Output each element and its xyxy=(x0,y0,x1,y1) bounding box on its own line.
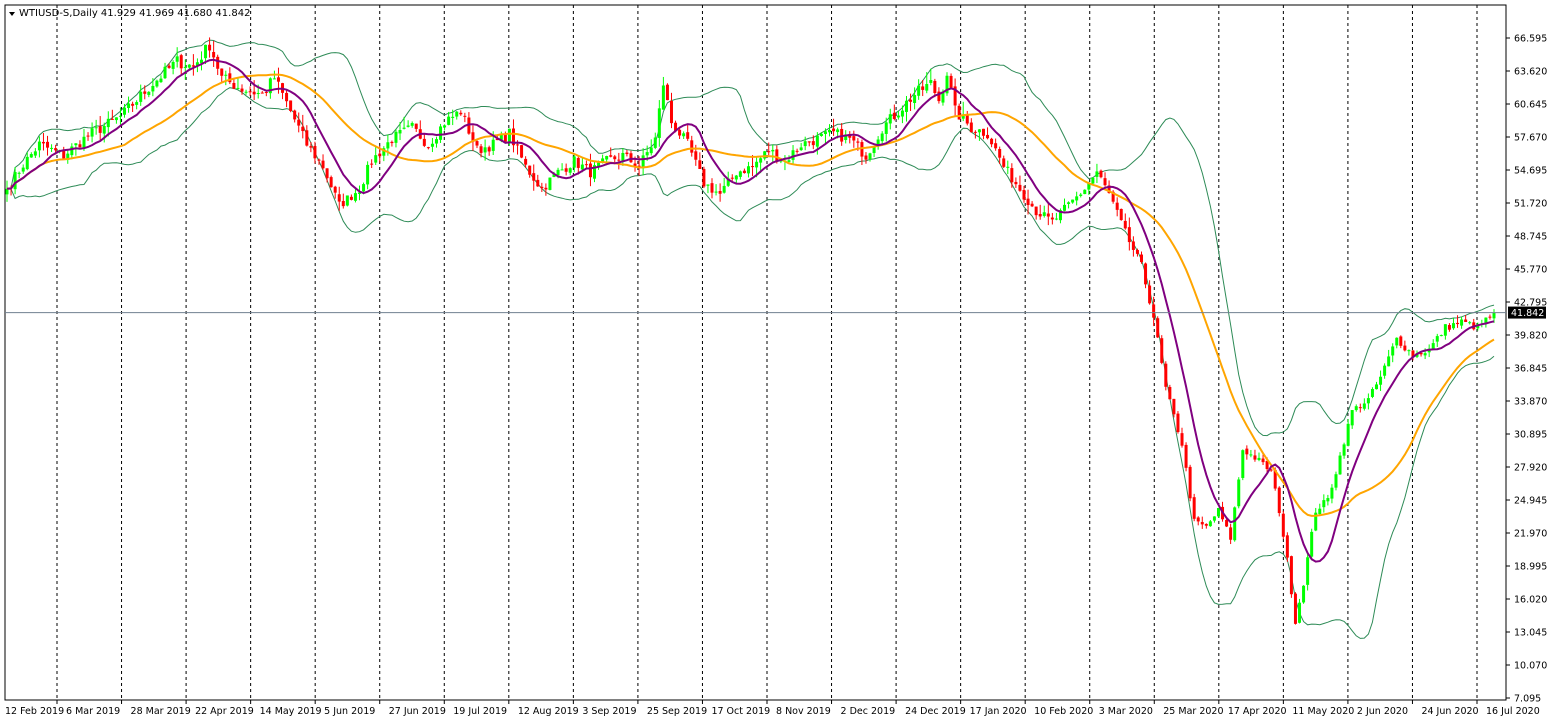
candle xyxy=(1334,471,1338,491)
x-tick-label: 16 Jul 2020 xyxy=(1486,706,1540,717)
price-axis: 66.595 63.620 60.645 57.670 54.695 51.720 48.7… xyxy=(1506,34,1547,705)
price-chart[interactable]: 41.842 66.595 63.620 60.645 57.670 54.695 51.… xyxy=(0,0,1550,724)
x-tick-label: 27 Jun 2019 xyxy=(389,706,446,717)
x-tick-label: 28 Mar 2019 xyxy=(131,706,191,717)
x-tick-label: 3 Sep 2019 xyxy=(582,706,636,717)
candle xyxy=(1302,585,1306,604)
candle xyxy=(548,177,552,191)
candle xyxy=(345,195,349,207)
y-tick-label: 21.970 xyxy=(1514,529,1547,540)
x-tick-label: 17 Jan 2020 xyxy=(970,706,1027,717)
candle xyxy=(1285,532,1289,562)
x-tick-label: 12 Aug 2019 xyxy=(518,706,579,717)
y-tick-label: 39.820 xyxy=(1514,331,1547,342)
candle xyxy=(1144,262,1148,289)
y-tick-label: 54.695 xyxy=(1514,166,1547,177)
candle xyxy=(1192,493,1196,522)
x-tick-label: 14 May 2019 xyxy=(260,706,322,717)
y-tick-label: 36.845 xyxy=(1514,364,1547,375)
y-tick-label: 18.995 xyxy=(1514,562,1547,573)
candle xyxy=(520,144,524,159)
candle xyxy=(665,83,669,101)
candle xyxy=(1168,384,1172,400)
candle xyxy=(702,166,706,189)
time-axis: 12 Feb 2019 6 Mar 2019 28 Mar 2019 22 Apr 2… xyxy=(5,700,1540,717)
candle xyxy=(1091,177,1095,185)
y-tick-label: 27.920 xyxy=(1514,463,1547,474)
candle xyxy=(1099,169,1103,179)
x-tick-label: 6 Mar 2019 xyxy=(66,706,120,717)
y-tick-label: 66.595 xyxy=(1514,34,1547,45)
x-tick-label: 17 Apr 2020 xyxy=(1228,706,1287,717)
candle xyxy=(1164,361,1168,391)
y-tick-label: 33.870 xyxy=(1514,397,1547,408)
x-tick-label: 10 Feb 2020 xyxy=(1034,706,1093,717)
chart-canvas[interactable]: 41.842 66.595 63.620 60.645 57.670 54.695 51.… xyxy=(0,0,1550,724)
y-tick-label: 51.720 xyxy=(1514,199,1547,210)
candle xyxy=(1188,464,1192,502)
y-tick-label: 63.620 xyxy=(1514,67,1547,78)
y-tick-label: 57.670 xyxy=(1514,133,1547,144)
x-tick-label: 25 Sep 2019 xyxy=(647,706,707,717)
x-tick-label: 11 May 2020 xyxy=(1292,706,1354,717)
candle xyxy=(1277,486,1281,517)
candle xyxy=(1289,555,1293,598)
plot-frame xyxy=(4,4,1507,701)
y-tick-label: 48.745 xyxy=(1514,232,1547,243)
x-tick-label: 17 Oct 2019 xyxy=(711,706,770,717)
candle xyxy=(1160,335,1164,365)
candle xyxy=(1083,189,1087,195)
x-tick-label: 2 Jun 2020 xyxy=(1357,706,1408,717)
candle xyxy=(1241,449,1245,481)
x-tick-label: 19 Jul 2019 xyxy=(453,706,507,717)
x-tick-label: 24 Jun 2020 xyxy=(1421,706,1478,717)
x-tick-label: 3 Mar 2020 xyxy=(1099,706,1153,717)
x-tick-label: 5 Jun 2019 xyxy=(324,706,375,717)
x-tick-label: 25 Mar 2020 xyxy=(1163,706,1223,717)
candle xyxy=(1310,528,1314,561)
candle xyxy=(1233,506,1237,542)
x-tick-label: 12 Feb 2019 xyxy=(5,706,64,717)
candle xyxy=(1156,316,1160,338)
y-tick-label: 42.795 xyxy=(1514,298,1547,309)
x-tick-label: 24 Dec 2019 xyxy=(905,706,966,717)
x-tick-label: 22 Apr 2019 xyxy=(195,706,254,717)
candle xyxy=(1281,510,1285,540)
y-tick-label: 60.645 xyxy=(1514,100,1547,111)
y-tick-label: 10.070 xyxy=(1514,661,1547,672)
y-tick-label: 16.020 xyxy=(1514,595,1547,606)
y-tick-label: 13.045 xyxy=(1514,628,1547,639)
y-tick-label: 7.095 xyxy=(1514,694,1541,705)
candle xyxy=(289,100,293,113)
chart-header: WTIUSD-S,Daily 41.929 41.969 41.680 41.8… xyxy=(9,8,250,19)
x-tick-label: 2 Dec 2019 xyxy=(841,706,896,717)
candle xyxy=(329,175,333,188)
header-symbol: WTIUSD-S,Daily 41.929 41.969 41.680 41.8… xyxy=(19,8,250,19)
candle xyxy=(957,103,961,120)
candle xyxy=(1237,477,1241,509)
candle xyxy=(1184,442,1188,472)
y-tick-label: 24.945 xyxy=(1514,496,1547,507)
candle xyxy=(1293,592,1297,625)
x-tick-label: 8 Nov 2019 xyxy=(776,706,831,717)
price-tag-label: 41.842 xyxy=(1511,308,1544,319)
y-tick-label: 45.770 xyxy=(1514,265,1547,276)
candle xyxy=(1176,411,1180,434)
candle xyxy=(1119,208,1123,221)
y-tick-label: 30.895 xyxy=(1514,430,1547,441)
